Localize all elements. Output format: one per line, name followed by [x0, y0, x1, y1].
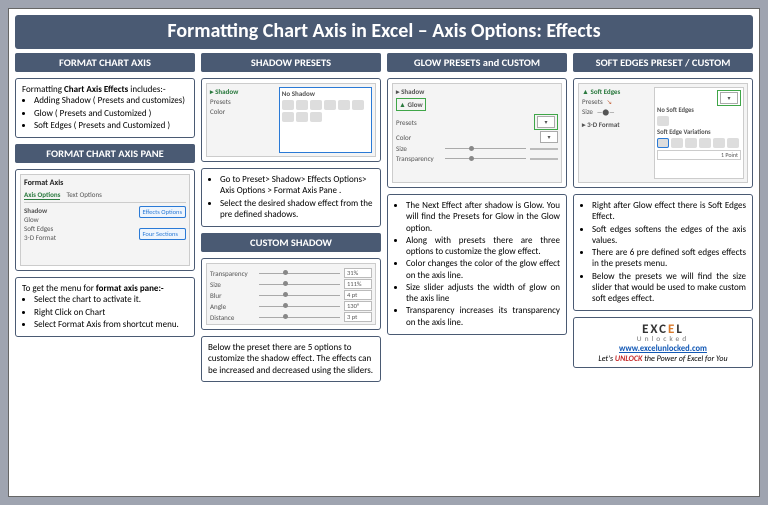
list-item: Glow ( Presets and Customized ): [34, 108, 188, 119]
shadow-swatches: [282, 100, 369, 122]
glow-bullets-list: The Next Effect after shadow is Glow. Yo…: [394, 200, 560, 328]
soft-swatches: [657, 138, 741, 148]
glow-row: Glow: [408, 100, 423, 109]
custom-shadow-text: Below the preset there are 5 options to …: [208, 342, 373, 376]
slider-row: Transparency31%: [210, 268, 372, 278]
steps-bold: format axis pane:-: [96, 283, 164, 294]
tab-text-options: Text Options: [66, 190, 101, 200]
soft-point-label: 1 Point: [657, 150, 741, 160]
pane-item: Glow: [24, 215, 135, 224]
list-item: Right after Glow effect there is Soft Ed…: [592, 200, 746, 223]
intro-tail: includes:-: [128, 84, 165, 95]
header-format-chart-axis: FORMAT CHART AXIS: [15, 53, 195, 72]
soft-presets-label: Presets: [582, 97, 603, 106]
pane-item: 3-D Format: [24, 233, 135, 242]
list-item: Soft edges softens the edges of the axis…: [592, 224, 746, 247]
intro-lead: Formatting: [22, 84, 64, 95]
glow-color-label: Color: [396, 133, 441, 142]
header-glow: GLOW PRESETS and CUSTOM: [387, 53, 567, 72]
brand-tagline: Let's UNLOCK the Power of Excel for You: [578, 354, 748, 364]
no-shadow-label: No Shadow: [282, 89, 369, 98]
brand-link[interactable]: www.excelunlocked.com: [619, 344, 707, 354]
list-item: Transparency increases its transparency …: [406, 305, 560, 328]
soft-size-label: Size: [582, 107, 593, 116]
list-item: Size slider adjusts the width of glow on…: [406, 282, 560, 305]
mini-glow: ▸ Shadow ▲ Glow Presets▾ Color▾ Size Tra…: [392, 83, 562, 183]
mini-soft-edges: ▲ Soft Edges Presets ↘ Size —⬤— ▸ 3-D Fo…: [578, 83, 748, 183]
list-item: The Next Effect after shadow is Glow. Yo…: [406, 200, 560, 234]
col-format-chart-axis: FORMAT CHART AXIS Formatting Chart Axis …: [15, 53, 195, 490]
header-shadow-presets: SHADOW PRESETS: [201, 53, 381, 72]
intro-text: Formatting Chart Axis Effects includes:-: [22, 84, 188, 95]
steps-lead: To get the menu for: [22, 283, 96, 294]
slider-row: Distance3 pt: [210, 312, 372, 322]
mini-pane: Format Axis Axis Options Text Options Sh…: [20, 174, 190, 266]
page: Formatting Chart Axis in Excel – Axis Op…: [8, 8, 760, 497]
glow-transparency-label: Transparency: [396, 154, 441, 163]
soft-edges-title: Soft Edges: [591, 87, 621, 96]
columns: FORMAT CHART AXIS Formatting Chart Axis …: [9, 53, 759, 496]
list-item: Below the presets we will find the size …: [592, 271, 746, 305]
tab-axis-options: Axis Options: [24, 190, 60, 200]
header-format-axis-pane: FORMAT CHART AXIS PANE: [15, 144, 195, 163]
glow-size-label: Size: [396, 144, 441, 153]
card-custom-shadow-text: Below the preset there are 5 options to …: [201, 336, 381, 382]
glow-shadow-row: Shadow: [401, 87, 424, 96]
intro-bold: Chart Axis Effects: [64, 84, 128, 95]
mini-custom-shadow: Transparency31% Size111% Blur4 pt Angle1…: [206, 263, 376, 325]
slider-row: Angle130°: [210, 301, 372, 311]
pane-item: Shadow: [24, 206, 135, 215]
steps-lead-wrap: To get the menu for format axis pane:-: [22, 283, 188, 294]
screenshot-glow: ▸ Shadow ▲ Glow Presets▾ Color▾ Size Tra…: [387, 78, 567, 188]
col-soft-edges: SOFT EDGES PRESET / CUSTOM ▲ Soft Edges …: [573, 53, 753, 490]
list-item: Select the chart to activate it.: [34, 294, 188, 305]
list-item: Right Click on Chart: [34, 307, 188, 318]
intro-bullets: Adding Shadow ( Presets and customizes) …: [22, 95, 188, 131]
soft-bullets-list: Right after Glow effect there is Soft Ed…: [580, 200, 746, 304]
list-item: Along with presets there are three optio…: [406, 235, 560, 258]
col-glow: GLOW PRESETS and CUSTOM ▸ Shadow ▲ Glow …: [387, 53, 567, 490]
soft-variations-label: Soft Edge Variations: [657, 128, 741, 136]
screenshot-custom-shadow: Transparency31% Size111% Blur4 pt Angle1…: [201, 258, 381, 330]
mini-shadow-presets: ▸ Shadow Presets Color No Shadow: [206, 83, 376, 157]
slider-row: Size111%: [210, 279, 372, 289]
screenshot-soft-edges: ▲ Soft Edges Presets ↘ Size —⬤— ▸ 3-D Fo…: [573, 78, 753, 188]
pane-item: Soft Edges: [24, 224, 135, 233]
list-item: Color changes the color of the glow effe…: [406, 258, 560, 281]
no-soft-edges-label: No Soft Edges: [657, 106, 741, 114]
list-item: Soft Edges ( Presets and Customized ): [34, 120, 188, 131]
col-shadow: SHADOW PRESETS ▸ Shadow Presets Color No…: [201, 53, 381, 490]
list-item: Go to Preset> Shadow> Effects Options> A…: [220, 174, 374, 197]
list-item: There are 6 pre defined soft edges effec…: [592, 247, 746, 270]
card-steps: To get the menu for format axis pane:- S…: [15, 277, 195, 337]
shadow-steps-list: Go to Preset> Shadow> Effects Options> A…: [208, 174, 374, 220]
footer-brand: EXCEL Unlocked www.excelunlocked.com Let…: [573, 317, 753, 368]
steps-list: Select the chart to activate it. Right C…: [22, 294, 188, 330]
mini-title: Format Axis: [24, 178, 186, 188]
list-item: Select the desired shadow effect from th…: [220, 198, 374, 221]
callout-effects-options: Effects Options: [139, 206, 186, 218]
card-intro: Formatting Chart Axis Effects includes:-…: [15, 78, 195, 138]
card-glow-bullets: The Next Effect after shadow is Glow. Yo…: [387, 194, 567, 335]
list-item: Select Format Axis from shortcut menu.: [34, 319, 188, 330]
callout-four-sections: Four Sections: [139, 228, 186, 240]
screenshot-shadow-presets: ▸ Shadow Presets Color No Shadow: [201, 78, 381, 162]
glow-presets-label: Presets: [396, 118, 441, 127]
header-custom-shadow: CUSTOM SHADOW: [201, 233, 381, 252]
screenshot-format-axis-pane: Format Axis Axis Options Text Options Sh…: [15, 169, 195, 271]
header-soft-edges: SOFT EDGES PRESET / CUSTOM: [573, 53, 753, 72]
page-title: Formatting Chart Axis in Excel – Axis Op…: [15, 15, 753, 49]
card-shadow-steps: Go to Preset> Shadow> Effects Options> A…: [201, 168, 381, 227]
list-item: Adding Shadow ( Presets and customizes): [34, 95, 188, 106]
slider-row: Blur4 pt: [210, 290, 372, 300]
card-soft-edges-bullets: Right after Glow effect there is Soft Ed…: [573, 194, 753, 311]
brand-sub: Unlocked: [578, 335, 748, 344]
3d-format-label: 3-D Format: [587, 120, 620, 129]
